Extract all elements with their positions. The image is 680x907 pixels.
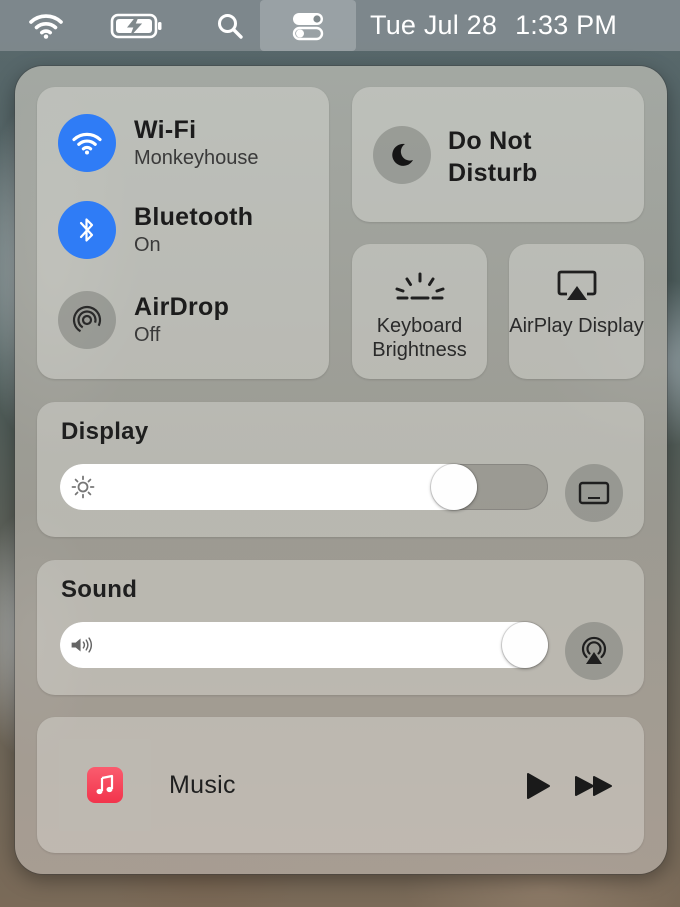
wifi-icon xyxy=(72,132,102,155)
speaker-icon xyxy=(70,632,96,658)
wifi-network-name: Monkeyhouse xyxy=(134,147,259,169)
keyboard-brightness-icon xyxy=(352,266,487,306)
volume-slider[interactable] xyxy=(60,622,548,668)
volume-slider-knob[interactable] xyxy=(502,622,548,668)
control-center-panel: Wi-Fi Monkeyhouse Bluetooth On AirDrop O xyxy=(15,66,667,874)
menu-bar-clock[interactable]: Tue Jul 28 1:33 PM xyxy=(370,0,670,51)
airdrop-icon xyxy=(72,305,102,335)
bluetooth-title: Bluetooth xyxy=(134,203,254,231)
airplay-audio-icon xyxy=(581,636,607,664)
play-icon xyxy=(527,773,550,799)
volume-slider-fill xyxy=(60,622,548,668)
airdrop-title: AirDrop xyxy=(134,293,230,321)
battery-charging-icon[interactable] xyxy=(108,0,166,51)
display-icon xyxy=(578,481,610,505)
sound-title: Sound xyxy=(61,576,138,603)
brightness-slider-fill xyxy=(60,464,477,510)
display-title: Display xyxy=(61,418,149,445)
do-not-disturb-tile[interactable]: Do Not Disturb xyxy=(352,87,644,222)
brightness-slider-knob[interactable] xyxy=(431,464,477,510)
now-playing-app-name: Music xyxy=(169,771,236,799)
bluetooth-toggle[interactable] xyxy=(58,201,116,259)
now-playing-tile[interactable]: Music xyxy=(37,717,644,853)
bluetooth-status: On xyxy=(134,234,161,256)
menu-bar: Tue Jul 28 1:33 PM xyxy=(0,0,680,51)
airplay-display-label: AirPlay Display xyxy=(509,315,644,337)
display-tile: Display xyxy=(37,402,644,537)
airdrop-toggle[interactable] xyxy=(58,291,116,349)
fast-forward-icon xyxy=(575,776,612,796)
airdrop-status: Off xyxy=(134,324,161,346)
do-not-disturb-toggle[interactable] xyxy=(373,126,431,184)
sound-tile: Sound xyxy=(37,560,644,695)
brightness-slider[interactable] xyxy=(60,464,548,510)
control-center-icon[interactable] xyxy=(260,0,356,51)
display-settings-button[interactable] xyxy=(565,464,623,522)
album-art[interactable] xyxy=(59,739,151,831)
airdrop-row[interactable]: AirDrop Off xyxy=(58,291,318,351)
airplay-display-icon xyxy=(509,266,644,306)
wifi-title: Wi-Fi xyxy=(134,116,197,144)
play-button[interactable] xyxy=(521,769,555,803)
airplay-audio-button[interactable] xyxy=(565,622,623,680)
search-icon[interactable] xyxy=(210,0,250,51)
music-app-icon xyxy=(87,767,123,803)
sun-icon xyxy=(70,474,96,500)
wifi-icon[interactable] xyxy=(24,0,68,51)
network-tile: Wi-Fi Monkeyhouse Bluetooth On AirDrop O xyxy=(37,87,329,379)
fast-forward-button[interactable] xyxy=(572,769,616,803)
do-not-disturb-label: Do Not Disturb xyxy=(448,127,538,187)
bluetooth-row[interactable]: Bluetooth On xyxy=(58,201,318,261)
menu-bar-date: Tue Jul 28 xyxy=(370,10,498,40)
moon-icon xyxy=(392,143,413,166)
menu-bar-time: 1:33 PM xyxy=(515,10,618,40)
wifi-row[interactable]: Wi-Fi Monkeyhouse xyxy=(58,114,318,174)
wifi-toggle[interactable] xyxy=(58,114,116,172)
keyboard-brightness-tile[interactable]: Keyboard Brightness xyxy=(352,244,487,379)
airplay-display-tile[interactable]: AirPlay Display xyxy=(509,244,644,379)
bluetooth-icon xyxy=(79,218,94,242)
keyboard-brightness-label: Keyboard Brightness xyxy=(372,315,467,361)
